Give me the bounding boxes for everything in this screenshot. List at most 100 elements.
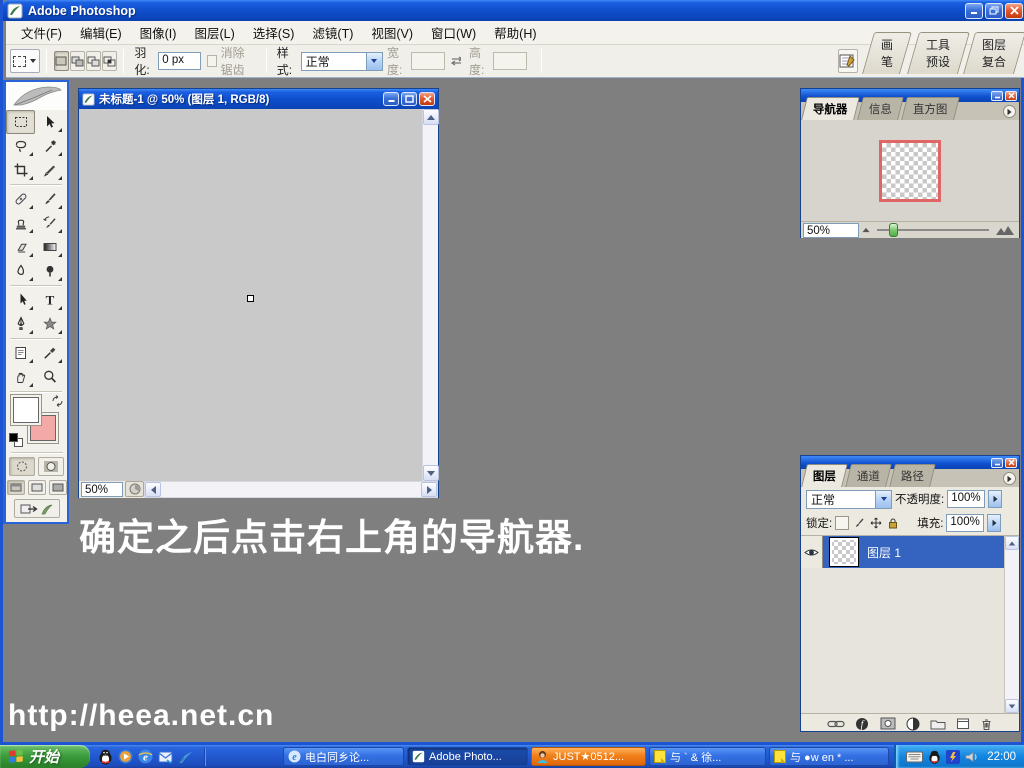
swap-dimensions-icon[interactable] <box>449 55 461 67</box>
tool-healing-brush[interactable] <box>6 187 35 211</box>
default-colors-icon[interactable] <box>9 433 23 447</box>
delete-layer-icon[interactable] <box>980 717 993 731</box>
keyboard-input-icon[interactable] <box>906 751 923 763</box>
panel-close-button[interactable] <box>1005 458 1017 468</box>
minimize-button[interactable] <box>965 3 983 19</box>
tool-hand[interactable] <box>6 365 35 389</box>
layer-thumbnail[interactable] <box>829 537 859 567</box>
qq-icon[interactable] <box>98 749 113 765</box>
quick-mask-button[interactable] <box>38 457 64 476</box>
close-button[interactable] <box>1005 3 1023 19</box>
internet-explorer-icon[interactable]: e <box>138 749 153 764</box>
menu-edit[interactable]: 编辑(E) <box>71 20 131 45</box>
media-player-icon[interactable] <box>118 749 133 764</box>
menu-help[interactable]: 帮助(H) <box>485 20 545 45</box>
clock[interactable]: 22:00 <box>987 751 1016 763</box>
tab-navigator[interactable]: 导航器 <box>801 97 859 120</box>
selection-mode-new-button[interactable] <box>54 51 69 71</box>
tool-rect-marquee[interactable] <box>6 110 35 134</box>
menu-select[interactable]: 选择(S) <box>244 20 304 45</box>
tab-layers[interactable]: 图层 <box>801 464 848 487</box>
tab-layer-comps[interactable]: 图层复合 <box>963 32 1024 74</box>
panel-minimize-button[interactable] <box>991 458 1003 468</box>
lock-position-icon[interactable] <box>869 516 883 530</box>
scroll-right-button[interactable] <box>421 482 437 497</box>
tool-notes[interactable] <box>6 341 35 365</box>
qq-tray-icon[interactable] <box>928 750 941 764</box>
standard-mode-button[interactable] <box>9 457 35 476</box>
menu-view[interactable]: 视图(V) <box>362 20 422 45</box>
taskbar-item-qq-chat-2[interactable]: 与 ` & 徐... <box>649 747 766 766</box>
tool-custom-shape[interactable] <box>35 312 64 336</box>
feather-input[interactable]: 0 px <box>158 52 201 70</box>
volume-icon[interactable] <box>965 751 979 763</box>
document-canvas-area[interactable]: 50% <box>79 109 438 498</box>
restore-button[interactable] <box>985 3 1003 19</box>
tool-crop[interactable] <box>6 158 35 182</box>
screen-mode-fullscreen-button[interactable] <box>49 480 67 495</box>
doc-maximize-button[interactable] <box>401 92 417 106</box>
tool-lasso[interactable] <box>6 134 35 158</box>
tab-channels[interactable]: 通道 <box>845 464 892 487</box>
tool-eyedropper[interactable] <box>35 341 64 365</box>
blend-mode-combobox[interactable]: 正常 <box>806 490 892 509</box>
outlook-icon[interactable] <box>158 750 173 764</box>
taskbar-item-photoshop[interactable]: Adobe Photo... <box>407 747 528 766</box>
scroll-down-button[interactable] <box>1005 699 1019 713</box>
tab-histogram[interactable]: 直方图 <box>901 97 959 120</box>
tool-dodge[interactable] <box>35 259 64 283</box>
fill-slider-button[interactable] <box>987 514 1001 532</box>
jump-to-imageready-button[interactable] <box>14 499 60 518</box>
panel-minimize-button[interactable] <box>991 91 1003 101</box>
panel-close-button[interactable] <box>1005 91 1017 101</box>
adjustment-layer-icon[interactable] <box>906 717 920 731</box>
doc-zoom-input[interactable]: 50% <box>81 482 123 497</box>
selection-mode-add-button[interactable] <box>70 51 85 71</box>
messenger-tray-icon[interactable] <box>946 750 960 764</box>
style-combobox[interactable]: 正常 <box>301 52 383 71</box>
lock-all-icon[interactable] <box>886 516 900 530</box>
panel-menu-button[interactable] <box>1003 472 1016 485</box>
navigator-zoom-input[interactable]: 50% <box>803 223 859 238</box>
tool-eraser[interactable] <box>6 235 35 259</box>
scroll-up-button[interactable] <box>1005 536 1019 550</box>
lock-paint-icon[interactable] <box>852 516 866 530</box>
menu-filter[interactable]: 滤镜(T) <box>303 20 362 45</box>
tool-move[interactable] <box>35 110 64 134</box>
vertical-scrollbar[interactable] <box>422 109 438 481</box>
tool-history-brush[interactable] <box>35 211 64 235</box>
canvas-image[interactable] <box>247 295 254 302</box>
taskbar-item-ie-forum[interactable]: e 电白同乡论... <box>283 747 404 766</box>
horizontal-scrollbar[interactable] <box>144 481 438 498</box>
swap-colors-icon[interactable] <box>51 395 64 408</box>
navigator-preview[interactable] <box>801 120 1019 221</box>
tool-blur[interactable] <box>6 259 35 283</box>
new-layer-icon[interactable] <box>956 717 970 730</box>
height-input[interactable] <box>493 52 527 70</box>
screen-mode-fullscreen-menubar-button[interactable] <box>28 480 46 495</box>
fill-input[interactable]: 100% <box>946 514 984 532</box>
chevron-down-icon[interactable] <box>366 53 382 70</box>
tool-gradient[interactable] <box>35 235 64 259</box>
menu-image[interactable]: 图像(I) <box>131 20 186 45</box>
zoom-out-icon[interactable] <box>863 228 870 232</box>
opacity-slider-button[interactable] <box>988 490 1002 508</box>
tool-preset-picker[interactable] <box>10 49 40 73</box>
tab-info[interactable]: 信息 <box>857 97 904 120</box>
selection-mode-subtract-button[interactable] <box>86 51 101 71</box>
scroll-left-button[interactable] <box>145 482 161 497</box>
file-browser-button[interactable] <box>838 49 858 73</box>
foreground-color-swatch[interactable] <box>13 397 39 423</box>
status-info-button[interactable] <box>125 481 144 497</box>
link-layers-icon[interactable] <box>827 718 845 730</box>
navigator-view-box[interactable] <box>879 140 941 202</box>
tool-clone-stamp[interactable] <box>6 211 35 235</box>
tool-zoom[interactable] <box>35 365 64 389</box>
layer-style-icon[interactable]: f <box>855 717 870 731</box>
tool-brush[interactable] <box>35 187 64 211</box>
start-button[interactable]: 开始 <box>0 745 90 768</box>
layers-scrollbar[interactable] <box>1004 536 1019 713</box>
width-input[interactable] <box>411 52 445 70</box>
pen-quill-icon[interactable] <box>178 750 194 764</box>
menu-layer[interactable]: 图层(L) <box>185 20 243 45</box>
